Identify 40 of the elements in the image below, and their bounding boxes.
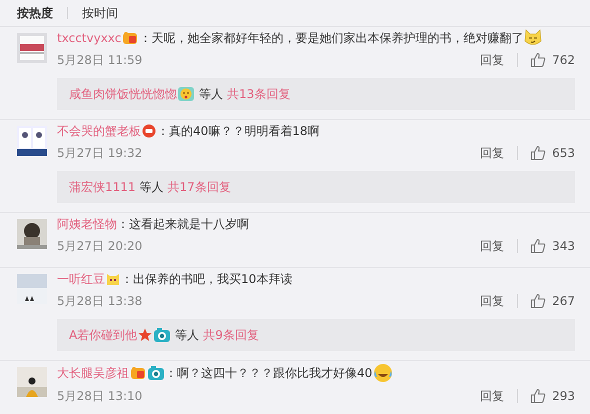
others-label: 等人 bbox=[140, 178, 164, 196]
reply-button[interactable]: 回复 bbox=[480, 144, 504, 162]
comment-text: ：真的40嘛？？明明看着18啊 bbox=[157, 123, 320, 140]
like-button[interactable]: 293 bbox=[530, 388, 575, 404]
cat-icon bbox=[106, 272, 120, 286]
reply-button[interactable]: 回复 bbox=[480, 52, 504, 68]
comment-time: 5月28日 13:38 bbox=[57, 292, 144, 310]
camera-icon bbox=[154, 328, 170, 342]
camera-icon bbox=[148, 366, 164, 380]
reply-button[interactable]: 回复 bbox=[480, 292, 504, 310]
comment-time: 5月28日 13:10 bbox=[57, 388, 144, 404]
comment-text: ：天呢，她全家都好年轻的，要是她们家出本保养护理的书，绝对赚翻了 bbox=[139, 30, 524, 47]
like-button[interactable]: 267 bbox=[530, 293, 575, 309]
badge-icon bbox=[130, 366, 146, 380]
laughing-emoji-icon bbox=[373, 363, 394, 383]
thumbs-up-icon bbox=[530, 293, 546, 309]
comment-time: 5月27日 19:32 bbox=[57, 144, 144, 162]
sort-tab[interactable]: 按热度 bbox=[17, 4, 53, 22]
others-label: 等人 bbox=[175, 326, 200, 344]
like-button[interactable]: 343 bbox=[530, 238, 575, 254]
thumbs-up-icon bbox=[530, 238, 546, 254]
cat-emoji-icon bbox=[524, 29, 542, 47]
thumbs-up-icon bbox=[530, 388, 546, 404]
thumbs-up-icon bbox=[530, 52, 546, 68]
badge-icon bbox=[142, 124, 156, 138]
comment-text: ：啊？这四十？？？跟你比我才好像40 bbox=[165, 365, 372, 382]
comment-time: 5月28日 11:59 bbox=[57, 52, 144, 68]
comment-text: ：这看起来就是十八岁啊 bbox=[117, 216, 249, 233]
reply-button[interactable]: 回复 bbox=[480, 388, 504, 404]
badge-icon bbox=[122, 31, 138, 45]
others-label: 等人 bbox=[199, 86, 223, 102]
comment-text: ：出保养的书吧，我买10本拜读 bbox=[121, 271, 292, 288]
emoji-icon bbox=[178, 87, 194, 101]
thumbs-up-icon bbox=[530, 145, 546, 161]
like-button[interactable]: 762 bbox=[530, 52, 575, 68]
like-button[interactable]: 653 bbox=[530, 145, 575, 161]
star-icon bbox=[138, 328, 152, 342]
reply-button[interactable]: 回复 bbox=[480, 238, 504, 254]
comment-time: 5月27日 20:20 bbox=[57, 238, 144, 254]
sort-tab[interactable]: 按时间 bbox=[82, 4, 118, 22]
